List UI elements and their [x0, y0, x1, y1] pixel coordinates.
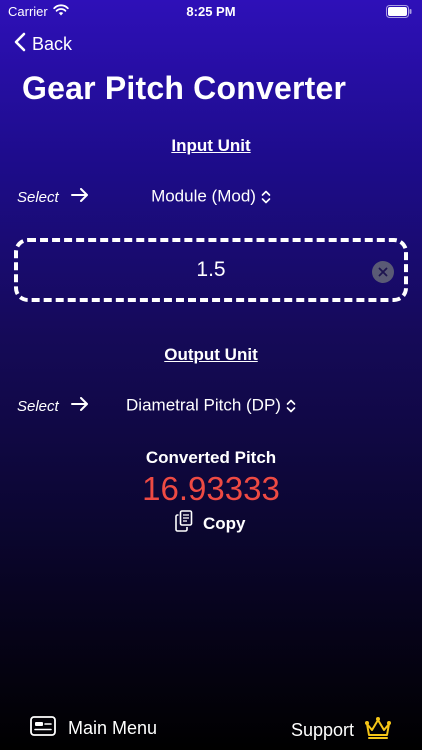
converted-pitch-value: 16.93333 — [142, 470, 280, 507]
input-unit-label: Input Unit — [171, 136, 251, 155]
back-button[interactable]: Back — [14, 32, 72, 57]
converted-pitch-label: Converted Pitch — [145, 448, 277, 467]
copy-label: Copy — [203, 513, 246, 533]
input-unit-row: Select Module (Mod) — [0, 186, 422, 210]
pitch-input[interactable] — [18, 242, 404, 298]
input-unit-select[interactable]: Module (Mod) — [0, 186, 422, 207]
back-label: Back — [32, 34, 73, 54]
input-unit-value: Module (Mod) — [151, 186, 256, 206]
support-button[interactable]: Support — [291, 716, 392, 745]
crown-icon — [364, 716, 392, 745]
chevron-updown-icon — [261, 190, 271, 203]
chevron-left-icon — [14, 32, 26, 57]
copy-icon — [175, 510, 193, 537]
output-unit-row: Select Diametral Pitch (DP) — [0, 395, 422, 419]
status-bar: Carrier 8:25 PM — [0, 0, 422, 24]
output-unit-select[interactable]: Diametral Pitch (DP) — [0, 395, 422, 416]
output-unit-value: Diametral Pitch (DP) — [126, 395, 281, 415]
page-title: Gear Pitch Converter — [22, 70, 347, 106]
copy-button[interactable]: Copy — [175, 510, 246, 537]
support-label: Support — [290, 720, 354, 740]
pitch-input-container — [14, 238, 408, 302]
battery-icon — [386, 5, 412, 21]
output-unit-label: Output Unit — [164, 345, 258, 364]
main-menu-button[interactable]: Main Menu — [30, 716, 157, 741]
chevron-updown-icon — [286, 399, 296, 412]
clear-icon[interactable] — [372, 261, 394, 283]
main-menu-label: Main Menu — [68, 718, 158, 738]
menu-card-icon — [30, 716, 56, 741]
status-time: 8:25 PM — [186, 4, 236, 19]
